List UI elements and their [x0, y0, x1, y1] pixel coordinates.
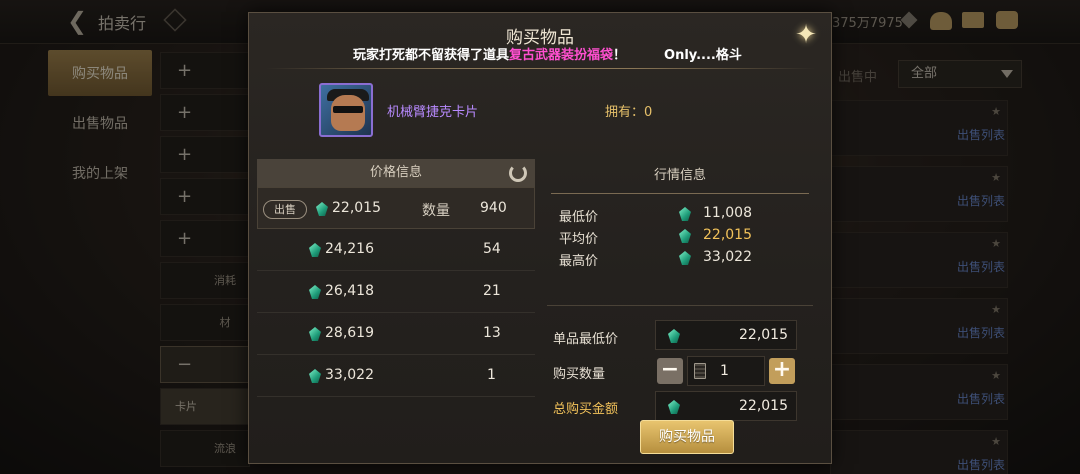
marquee-item-highlight: 复古武器装扮福袋 — [509, 48, 614, 63]
market-max-row: 最高价 33,022 — [547, 246, 813, 269]
decrease-quantity-button[interactable]: − — [657, 358, 683, 384]
marquee-prefix: 玩家打死都不留获得了道具 — [353, 48, 510, 63]
market-info-panel: 行情信息 最低价 11,008 平均价 22,015 最高价 33,022 — [547, 159, 813, 299]
gem-icon — [679, 229, 691, 243]
min-price-label: 最低价 — [559, 210, 599, 225]
max-price-value: 33,022 — [703, 249, 752, 265]
quantity-value: 21 — [483, 283, 501, 299]
gem-icon — [309, 369, 321, 383]
quantity-label: 数量 — [422, 203, 450, 219]
price-value: 28,619 — [325, 325, 374, 341]
gem-icon — [668, 400, 680, 414]
quantity-value: 13 — [483, 325, 501, 341]
gem-icon — [316, 202, 328, 216]
price-row[interactable]: 28,619 13 — [257, 313, 535, 355]
quantity-input[interactable]: 1 — [687, 356, 765, 386]
gem-icon — [309, 243, 321, 257]
unit-price-value: 22,015 — [739, 327, 788, 343]
market-min-row: 最低价 11,008 — [547, 202, 813, 225]
min-price-value: 11,008 — [703, 205, 752, 221]
purchase-dialog: 购买物品 ✦ 玩家打死都不留获得了道具复古武器装扮福袋！ Only....格斗 机… — [248, 12, 832, 464]
calculator-icon[interactable] — [694, 363, 706, 379]
total-value: 22,015 — [739, 398, 788, 414]
marquee-tail: Only....格斗 — [664, 48, 742, 63]
price-value: 24,216 — [325, 241, 374, 257]
price-row[interactable]: 33,022 1 — [257, 355, 535, 397]
unit-price-label: 单品最低价 — [553, 332, 619, 347]
item-summary: 机械臂捷克卡片 拥有：0 — [249, 73, 833, 155]
divider — [265, 68, 817, 69]
price-info-title: 价格信息 — [369, 165, 422, 180]
total-field: 22,015 — [655, 391, 797, 421]
announcement-marquee: 玩家打死都不留获得了道具复古武器装扮福袋！ Only....格斗 — [265, 45, 815, 67]
increase-quantity-button[interactable]: + — [769, 358, 795, 384]
price-info-panel: 价格信息 出售 22,015 数量 940 24,216 54 26,418 2… — [257, 159, 535, 459]
unit-price-field: 22,015 — [655, 320, 797, 350]
gem-icon — [668, 329, 680, 343]
quantity-value: 54 — [483, 241, 501, 257]
avg-price-value: 22,015 — [703, 227, 752, 243]
marquee-suffix: ！ — [613, 48, 627, 63]
gem-icon — [309, 285, 321, 299]
price-row[interactable]: 26,418 21 — [257, 271, 535, 313]
buy-button[interactable]: 购买物品 — [640, 420, 734, 454]
gem-icon — [679, 251, 691, 265]
market-info-header: 行情信息 — [653, 168, 706, 183]
price-info-header: 价格信息 — [257, 159, 535, 187]
quantity-value: 1 — [487, 367, 496, 383]
market-avg-row: 平均价 22,015 — [547, 224, 813, 247]
price-row[interactable]: 出售 22,015 数量 940 — [257, 187, 535, 229]
sell-badge: 出售 — [263, 200, 307, 219]
owned-count: 拥有：0 — [605, 105, 653, 120]
gem-icon — [679, 207, 691, 221]
refresh-icon[interactable] — [509, 164, 527, 182]
quantity-value: 1 — [720, 363, 729, 379]
total-label: 总购买金额 — [553, 402, 619, 417]
price-value: 33,022 — [325, 367, 374, 383]
avg-price-label: 平均价 — [559, 232, 599, 247]
price-value: 26,418 — [325, 283, 374, 299]
price-row[interactable]: 24,216 54 — [257, 229, 535, 271]
item-card-icon[interactable] — [319, 83, 373, 137]
quantity-value: 940 — [480, 200, 507, 216]
max-price-label: 最高价 — [559, 254, 599, 269]
purchase-panel: 单品最低价 22,015 购买数量 − 1 + 总购买金额 22,015 购买物… — [547, 305, 813, 455]
price-value: 22,015 — [332, 200, 381, 216]
gem-icon — [309, 327, 321, 341]
item-name: 机械臂捷克卡片 — [387, 105, 479, 120]
quantity-label: 购买数量 — [553, 367, 606, 382]
